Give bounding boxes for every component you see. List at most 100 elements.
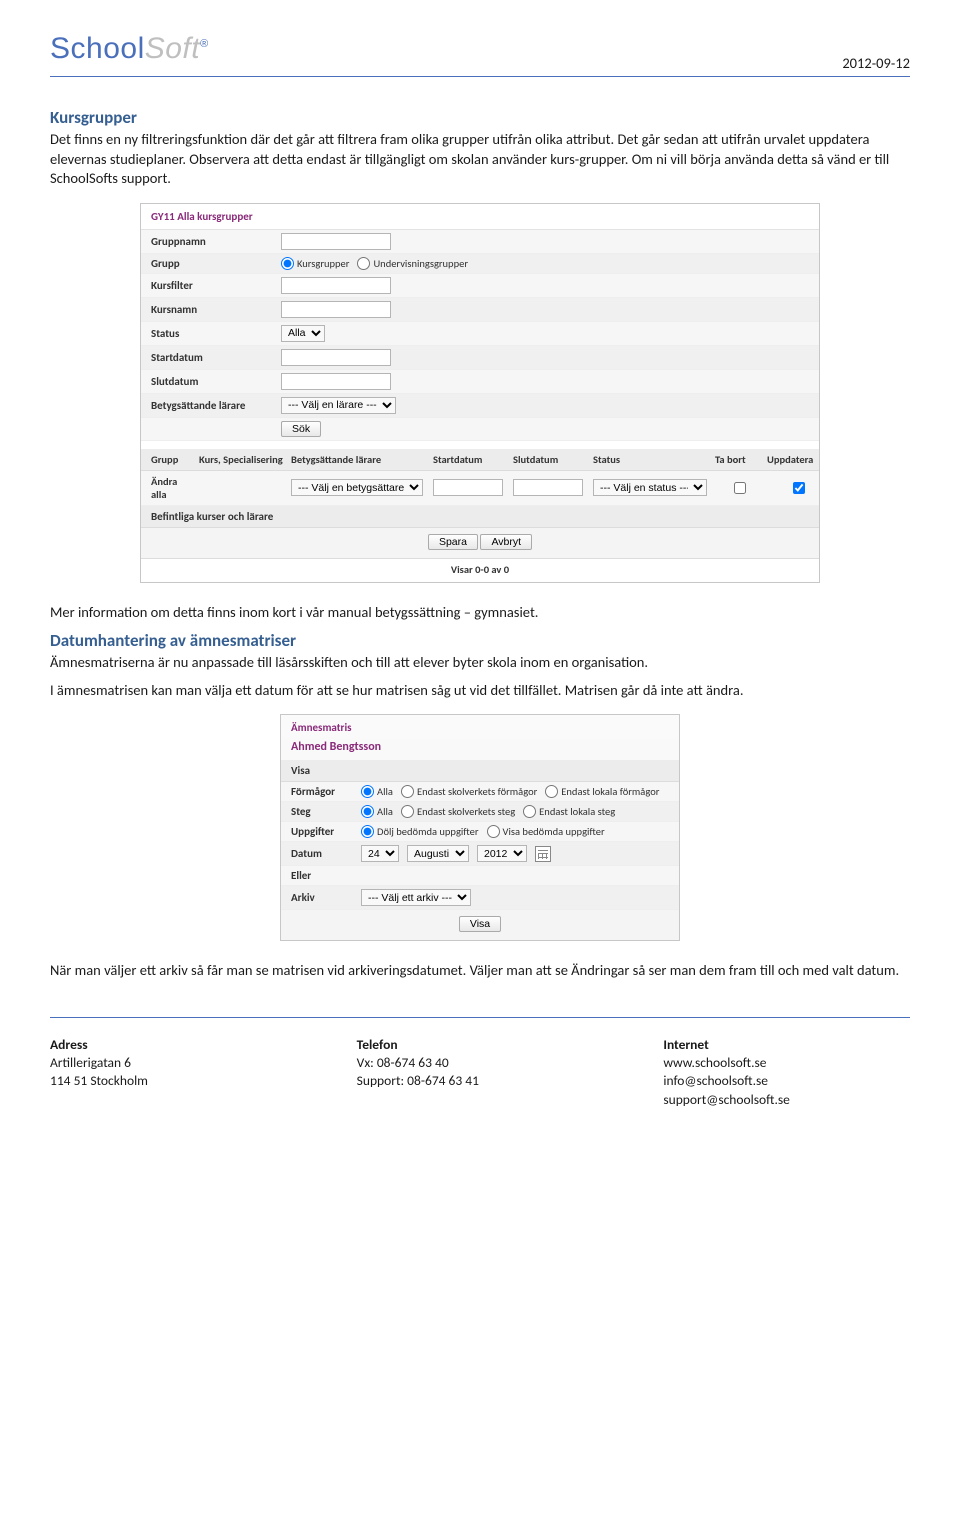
th-betyg: Betygsättande lärare [291, 453, 429, 466]
label-datum: Datum [291, 847, 361, 860]
label-formagor: Förmågor [291, 785, 361, 798]
radio-formagor-lokala-label: Endast lokala förmågor [561, 785, 659, 798]
screenshot-kursgrupper: GY11 Alla kursgrupper Gruppnamn Grupp Ku… [140, 203, 820, 583]
table-header: Grupp Kurs, Specialisering Betygsättande… [141, 449, 819, 471]
label-kursnamn: Kursnamn [151, 303, 281, 316]
th-slut: Slutdatum [513, 453, 589, 466]
radio-steg-lokala-label: Endast lokala steg [539, 805, 615, 818]
calendar-icon[interactable] [535, 846, 551, 862]
table-row: Ändra alla --- Välj en betygsättare --- … [141, 471, 819, 506]
select-row-status[interactable]: --- Välj en status --- [593, 479, 707, 496]
radio-undervisningsgrupper[interactable]: Undervisningsgrupper [357, 257, 468, 270]
input-slutdatum[interactable] [281, 373, 391, 390]
heading-datumhantering: Datumhantering av ämnesmatriser [50, 630, 910, 651]
label-steg: Steg [291, 805, 361, 818]
label-status: Status [151, 327, 281, 340]
panel2-name: Ahmed Bengtsson [281, 740, 679, 760]
radio-formagor-lokala[interactable]: Endast lokala förmågor [545, 785, 659, 798]
label-eller: Eller [291, 869, 361, 882]
input-kursnamn[interactable] [281, 301, 391, 318]
footer-adress-1: Artillerigatan 6 [50, 1054, 297, 1072]
radio-formagor-alla[interactable]: Alla [361, 785, 393, 798]
radio-formagor-alla-label: Alla [377, 785, 393, 798]
input-row-start[interactable] [433, 479, 503, 496]
footer-net-h: Internet [663, 1036, 910, 1054]
button-spara[interactable]: Spara [428, 534, 478, 550]
footer-tel-1: Vx: 08-674 63 40 [357, 1054, 604, 1072]
footer-net-2: info@schoolsoft.se [663, 1072, 910, 1090]
header-rule [50, 76, 910, 77]
logo-registered: ® [200, 38, 209, 50]
para-4: I ämnesmatrisen kan man välja ett datum … [50, 681, 910, 701]
radio-undervisningsgrupper-label: Undervisningsgrupper [373, 257, 468, 270]
document-date: 2012-09-12 [842, 54, 910, 72]
footer-net-1: www.schoolsoft.se [663, 1054, 910, 1072]
select-day[interactable]: 24 [361, 845, 399, 862]
footer-rule [50, 1017, 910, 1018]
radio-steg-lokala[interactable]: Endast lokala steg [523, 805, 615, 818]
select-status[interactable]: Alla [281, 325, 325, 342]
section-befintliga: Befintliga kurser och lärare [141, 506, 819, 528]
select-year[interactable]: 2012 [477, 845, 527, 862]
logo-part1: School [50, 32, 145, 65]
panel-footer: Spara Avbryt [141, 528, 819, 558]
para-5: När man väljer ett arkiv så får man se m… [50, 961, 910, 981]
panel2-title: Ämnesmatris [281, 715, 679, 740]
checkbox-uppdatera[interactable] [793, 482, 805, 494]
radio-uppg-dolj-label: Dölj bedömda uppgifter [377, 825, 479, 838]
heading-kursgrupper: Kursgrupper [50, 107, 910, 128]
select-month[interactable]: Augusti [407, 845, 469, 862]
footer-net-3: support@schoolsoft.se [663, 1091, 910, 1109]
footer-adress-2: 114 51 Stockholm [50, 1072, 297, 1090]
radio-steg-skolverket[interactable]: Endast skolverkets steg [401, 805, 515, 818]
footer-tel-2: Support: 08-674 63 41 [357, 1072, 604, 1090]
screenshot-amnesmatris: Ämnesmatris Ahmed Bengtsson Visa Förmågo… [280, 714, 680, 941]
button-avbryt[interactable]: Avbryt [480, 534, 532, 550]
radio-kursgrupper[interactable]: Kursgrupper [281, 257, 349, 270]
footer-tel-h: Telefon [357, 1036, 604, 1054]
label-startdatum: Startdatum [151, 351, 281, 364]
footer-adress-h: Adress [50, 1036, 297, 1054]
radio-formagor-skolverket-label: Endast skolverkets förmågor [417, 785, 537, 798]
para-2: Mer information om detta finns inom kort… [50, 603, 910, 623]
label-betyg: Betygsättande lärare [151, 399, 281, 412]
pager: Visar 0-0 av 0 [141, 558, 819, 582]
th-grupp: Grupp [151, 453, 195, 466]
input-startdatum[interactable] [281, 349, 391, 366]
radio-formagor-skolverket[interactable]: Endast skolverkets förmågor [401, 785, 537, 798]
para-1: Det finns en ny filtreringsfunktion där … [50, 130, 910, 189]
label-arkiv: Arkiv [291, 891, 361, 904]
select-arkiv[interactable]: --- Välj ett arkiv --- [361, 889, 471, 906]
panel-title: GY11 Alla kursgrupper [141, 204, 819, 230]
input-row-slut[interactable] [513, 479, 583, 496]
panel2-footer: Visa [281, 910, 679, 940]
select-betygsattare[interactable]: --- Välj en betygsättare --- [291, 479, 423, 496]
label-uppgifter: Uppgifter [291, 825, 361, 838]
th-kurs: Kurs, Specialisering [199, 453, 287, 466]
cell-andra-alla: Ändra alla [151, 475, 195, 501]
checkbox-tabort[interactable] [734, 482, 746, 494]
logo-part2: Soft [145, 32, 200, 65]
label-slutdatum: Slutdatum [151, 375, 281, 388]
radio-steg-alla-label: Alla [377, 805, 393, 818]
input-kursfilter[interactable] [281, 277, 391, 294]
para-3: Ämnesmatriserna är nu anpassade till läs… [50, 653, 910, 673]
th-uppdatera: Uppdatera [767, 453, 829, 466]
radio-kursgrupper-label: Kursgrupper [297, 257, 349, 270]
select-larare[interactable]: --- Välj en lärare --- [281, 397, 396, 414]
th-tabort: Ta bort [715, 453, 763, 466]
label-grupp: Grupp [151, 257, 281, 270]
radio-uppg-dolj[interactable]: Dölj bedömda uppgifter [361, 825, 479, 838]
button-visa[interactable]: Visa [459, 916, 501, 932]
radio-uppg-visa[interactable]: Visa bedömda uppgifter [487, 825, 605, 838]
label-kursfilter: Kursfilter [151, 279, 281, 292]
input-gruppnamn[interactable] [281, 233, 391, 250]
radio-steg-alla[interactable]: Alla [361, 805, 393, 818]
th-status: Status [593, 453, 711, 466]
logo: SchoolSoft® [50, 32, 209, 66]
th-start: Startdatum [433, 453, 509, 466]
footer: Adress Artillerigatan 6 114 51 Stockholm… [50, 1036, 910, 1109]
radio-uppg-visa-label: Visa bedömda uppgifter [503, 825, 605, 838]
section-visa: Visa [281, 760, 679, 782]
button-sok[interactable]: Sök [281, 421, 321, 437]
